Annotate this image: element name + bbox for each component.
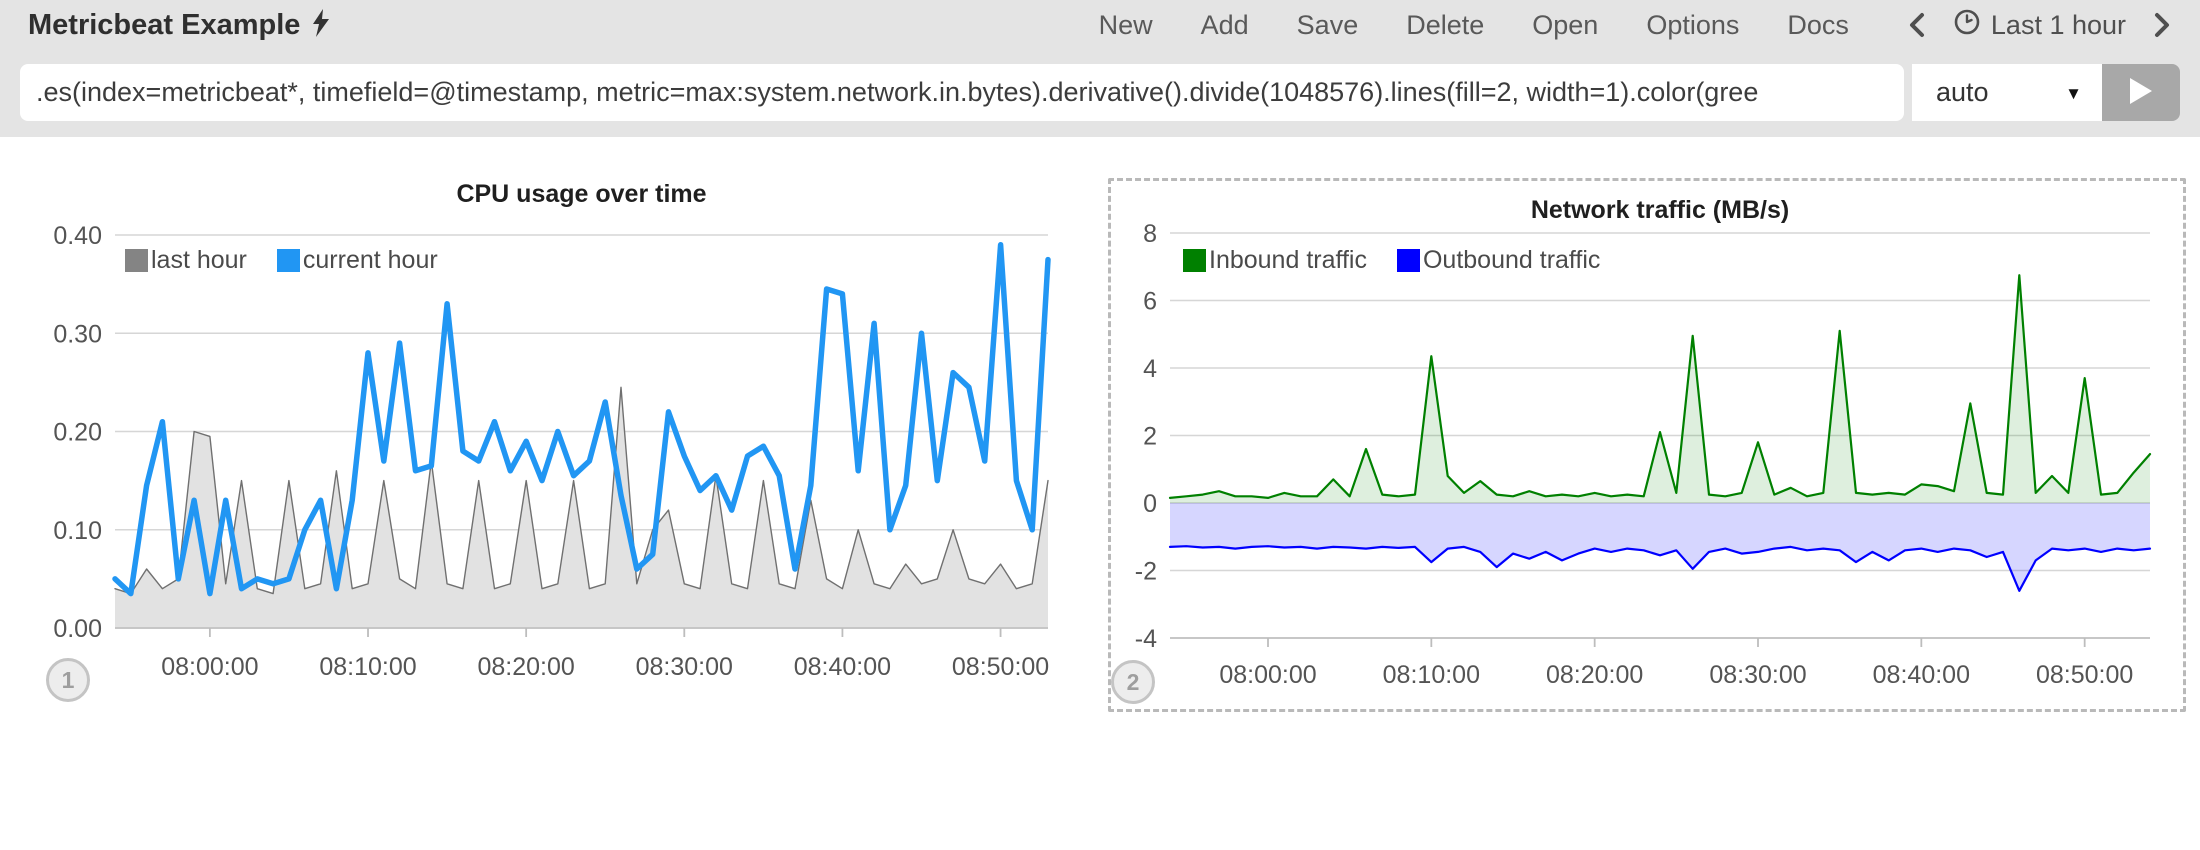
page-title: Metricbeat Example: [28, 5, 332, 46]
panel-number-badge: 2: [1111, 660, 1155, 704]
lightning-bolt-icon: [310, 8, 332, 46]
timelion-page: { "header": { "title": "Metricbeat Examp…: [0, 0, 2200, 850]
nav-item-new[interactable]: New: [1099, 10, 1153, 41]
nav-item-open[interactable]: Open: [1532, 10, 1598, 41]
chart-title-cpu: CPU usage over time: [115, 180, 1048, 209]
nav-item-delete[interactable]: Delete: [1406, 10, 1484, 41]
legend-swatch: [125, 249, 148, 272]
clock-icon: [1953, 8, 1981, 43]
legend-item-current-hour[interactable]: current hour: [277, 246, 438, 275]
chevron-down-icon: ▼: [2065, 84, 2082, 104]
interval-select-value: auto: [1936, 77, 1989, 108]
legend-label: Inbound traffic: [1209, 246, 1367, 275]
header-bar: Metricbeat Example New Add Save Delete Open O…: [0, 0, 2200, 137]
time-picker-button[interactable]: Last 1 hour: [1953, 8, 2126, 43]
legend-swatch: [277, 249, 300, 272]
legend-label: Outbound traffic: [1423, 246, 1600, 275]
chevron-right-icon[interactable]: [2152, 11, 2172, 39]
nav-menu: New Add Save Delete Open Options Docs: [1099, 10, 1849, 41]
nav-item-add[interactable]: Add: [1201, 10, 1249, 41]
legend-swatch: [1183, 249, 1206, 272]
interval-select[interactable]: auto ▼: [1912, 64, 2102, 121]
nav-item-options[interactable]: Options: [1646, 10, 1739, 41]
run-query-button[interactable]: [2102, 64, 2180, 121]
timelion-expression-input[interactable]: [20, 64, 1904, 121]
query-bar: auto ▼: [20, 64, 2180, 121]
nav-item-docs[interactable]: Docs: [1787, 10, 1849, 41]
legend-network: Inbound traffic Outbound traffic: [1183, 246, 1600, 275]
time-navigation: Last 1 hour: [1907, 8, 2172, 43]
chart-panel-cpu[interactable]: [30, 150, 1070, 715]
legend-label: last hour: [151, 246, 247, 275]
legend-label: current hour: [303, 246, 438, 275]
chevron-left-icon[interactable]: [1907, 11, 1927, 39]
legend-swatch: [1397, 249, 1420, 272]
nav-item-save[interactable]: Save: [1297, 10, 1359, 41]
time-picker-label: Last 1 hour: [1991, 10, 2126, 41]
legend-item-outbound-traffic[interactable]: Outbound traffic: [1397, 246, 1600, 275]
menu-row: Metricbeat Example New Add Save Delete Open O…: [0, 0, 2200, 50]
page-title-text: Metricbeat Example: [28, 9, 300, 42]
legend-item-last-hour[interactable]: last hour: [125, 246, 247, 275]
legend-cpu: last hour current hour: [125, 246, 438, 275]
panel-number-badge: 1: [46, 658, 90, 702]
legend-item-inbound-traffic[interactable]: Inbound traffic: [1183, 246, 1367, 275]
play-icon: [2129, 77, 2153, 108]
chart-title-network: Network traffic (MB/s): [1170, 196, 2150, 225]
